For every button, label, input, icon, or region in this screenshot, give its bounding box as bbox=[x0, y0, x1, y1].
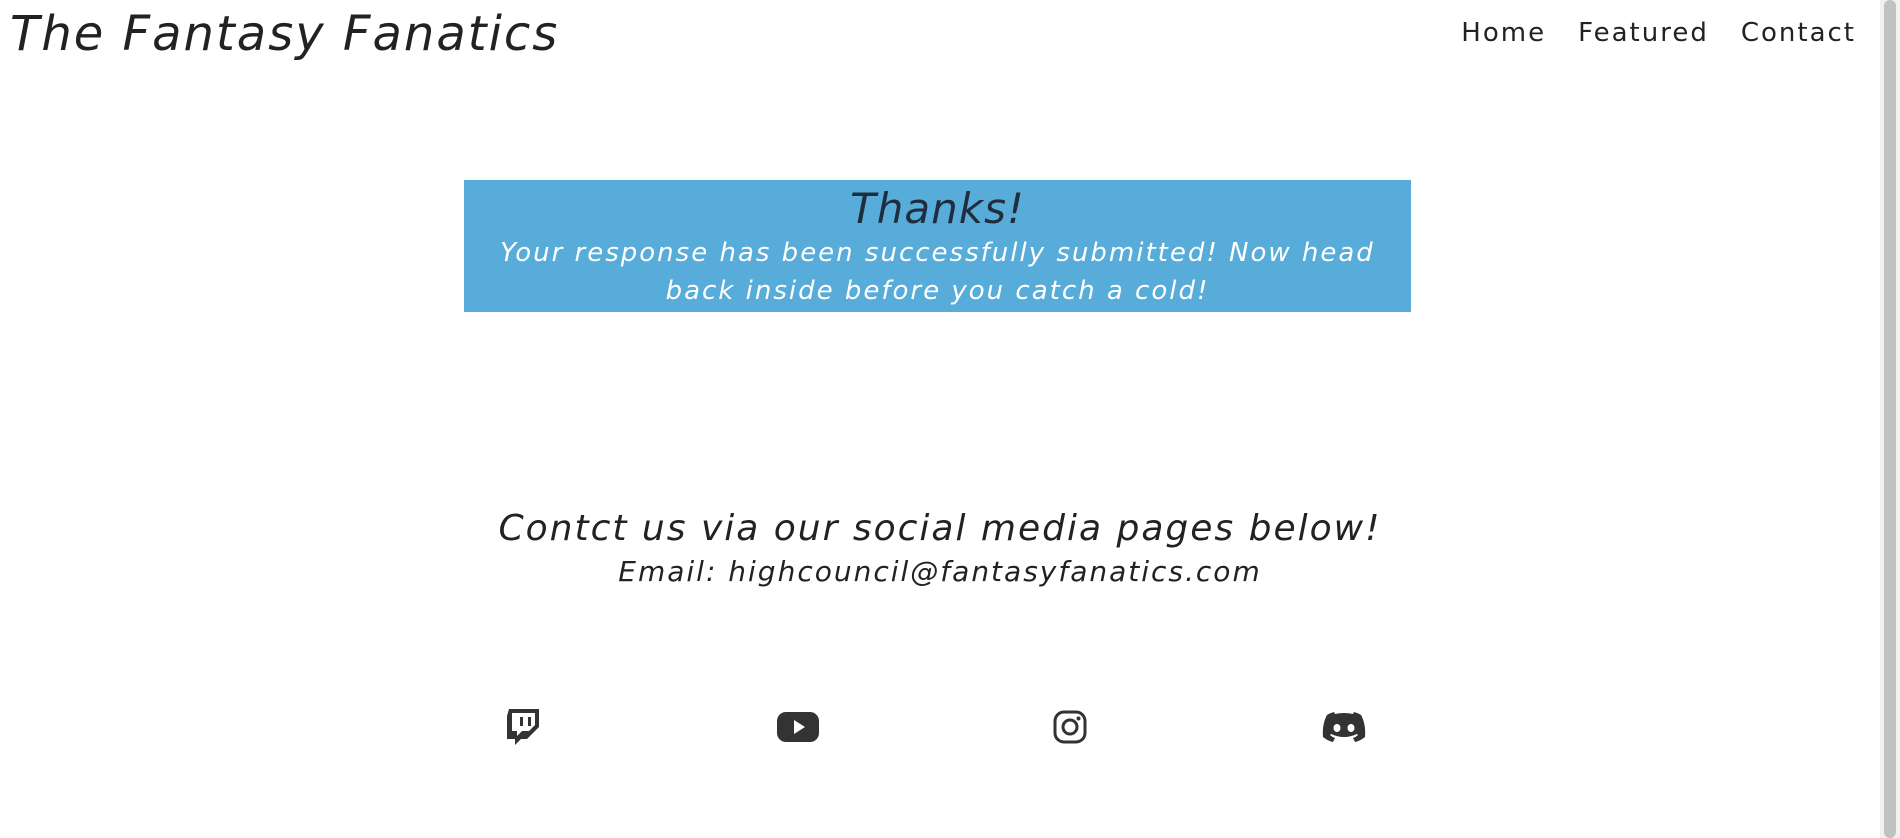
twitch-icon bbox=[506, 708, 542, 746]
confirmation-message: Your response has been successfully subm… bbox=[500, 238, 1375, 306]
instagram-icon bbox=[1053, 710, 1087, 744]
contact-email: Email: highcouncil@fantasyfanatics.com bbox=[618, 555, 1262, 588]
submission-confirmation-banner: Thanks! Your response has been successfu… bbox=[464, 180, 1411, 312]
page-scrollbar[interactable] bbox=[1880, 0, 1900, 838]
social-links bbox=[0, 704, 1880, 750]
site-header: The Fantasy Fanatics Home Featured Conta… bbox=[0, 0, 1880, 80]
scrollbar-thumb[interactable] bbox=[1884, 0, 1896, 838]
youtube-icon bbox=[777, 712, 819, 742]
site-title[interactable]: The Fantasy Fanatics bbox=[10, 6, 559, 62]
discord-link[interactable] bbox=[1321, 704, 1367, 750]
main-nav: Home Featured Contact bbox=[1461, 18, 1856, 48]
nav-link-contact[interactable]: Contact bbox=[1741, 18, 1856, 48]
contact-section: Contct us via our social media pages bel… bbox=[0, 506, 1880, 592]
instagram-link[interactable] bbox=[1047, 704, 1093, 750]
page: The Fantasy Fanatics Home Featured Conta… bbox=[0, 0, 1900, 838]
youtube-link[interactable] bbox=[775, 704, 821, 750]
nav-link-featured[interactable]: Featured bbox=[1578, 18, 1709, 48]
twitch-link[interactable] bbox=[501, 704, 547, 750]
nav-link-home[interactable]: Home bbox=[1461, 18, 1546, 48]
discord-icon bbox=[1322, 710, 1366, 744]
contact-heading: Contct us via our social media pages bel… bbox=[498, 508, 1382, 549]
confirmation-heading: Thanks! bbox=[850, 184, 1025, 233]
